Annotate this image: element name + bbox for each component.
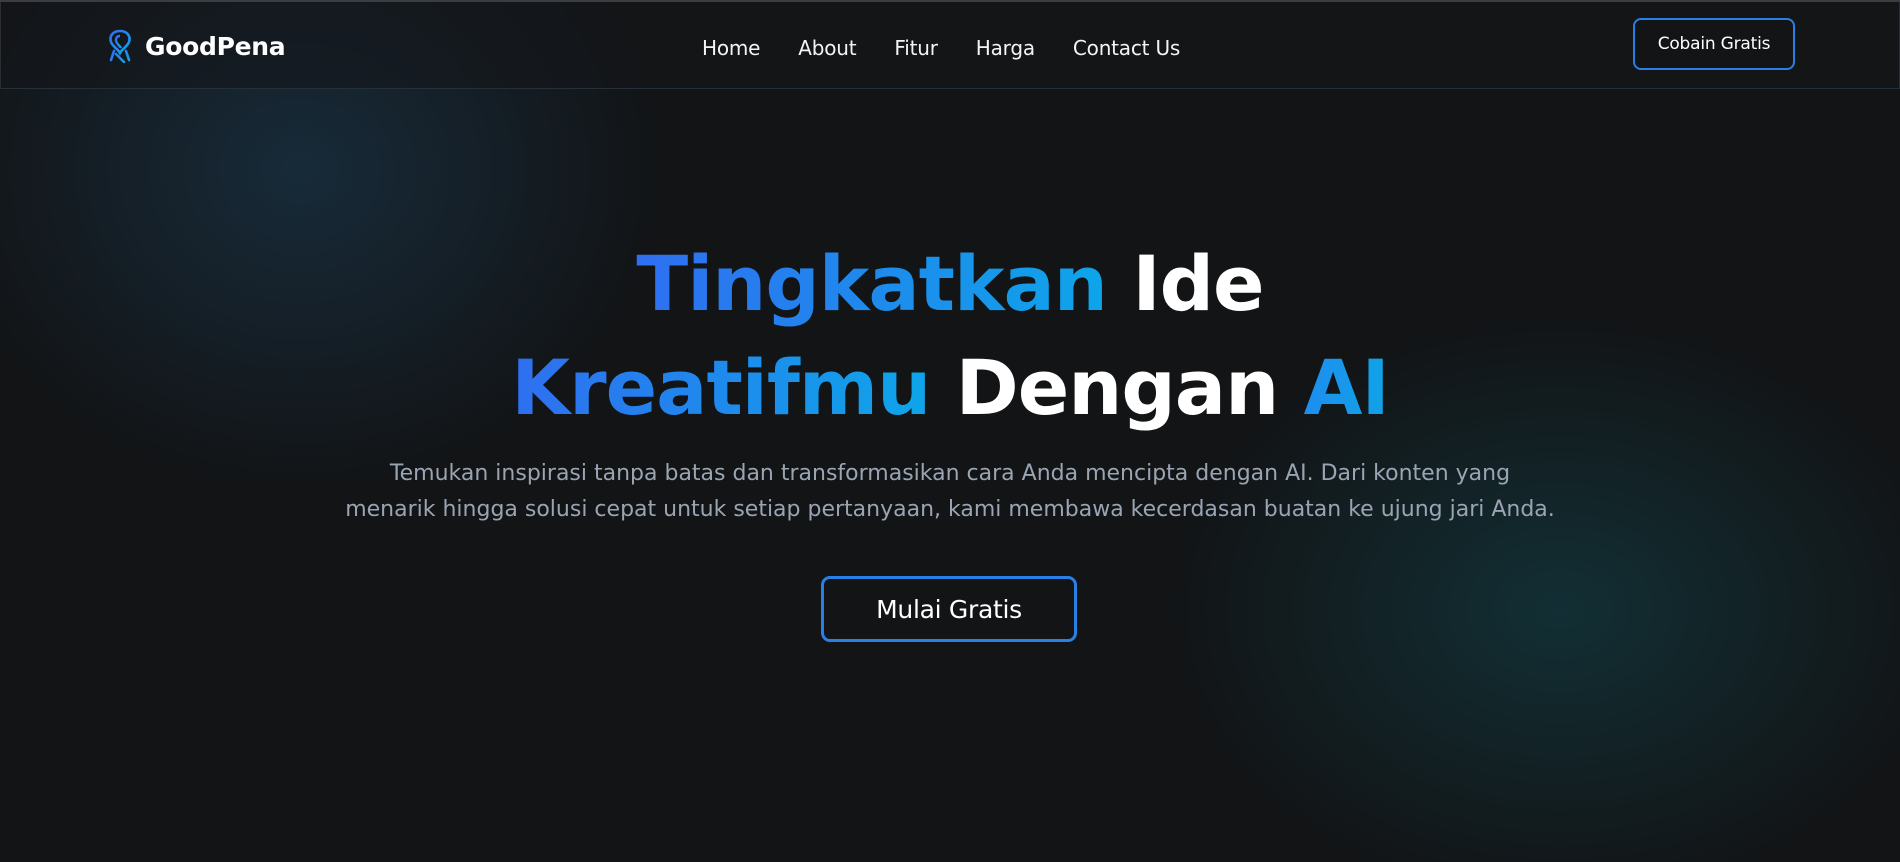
pen-logo-icon [109, 29, 131, 63]
hero-title-word: Ide [1132, 239, 1264, 328]
nav-link-home[interactable]: Home [702, 36, 760, 60]
navbar: GoodPena Home About Fitur Harga Contact … [0, 2, 1900, 89]
mulai-gratis-button[interactable]: Mulai Gratis [821, 576, 1077, 642]
brand-name: GoodPena [145, 31, 286, 61]
nav-link-harga[interactable]: Harga [976, 36, 1035, 60]
hero-subtitle-line: Temukan inspirasi tanpa batas dan transf… [389, 461, 1511, 486]
hero-title-word: AI [1303, 343, 1390, 432]
hero-title-word: Tingkatkan [636, 239, 1107, 328]
hero-title-word: Kreatifmu [511, 343, 931, 432]
hero-subtitle: Temukan inspirasi tanpa batas dan transf… [0, 456, 1900, 528]
nav-link-fitur[interactable]: Fitur [894, 36, 938, 60]
hero-subtitle-line: menarik hingga solusi cepat untuk setiap… [345, 497, 1555, 522]
nav-link-contact-us[interactable]: Contact Us [1073, 36, 1180, 60]
landing-page: GoodPena Home About Fitur Harga Contact … [0, 0, 1900, 862]
nav-links: Home About Fitur Harga Contact Us [702, 32, 1180, 64]
hero-title-word: Dengan [955, 343, 1280, 432]
nav-link-about[interactable]: About [798, 36, 856, 60]
hero-title: Tingkatkan Ide Kreatifmu Dengan AI [0, 232, 1900, 440]
brand[interactable]: GoodPena [105, 28, 286, 64]
cobain-gratis-button[interactable]: Cobain Gratis [1633, 18, 1795, 70]
